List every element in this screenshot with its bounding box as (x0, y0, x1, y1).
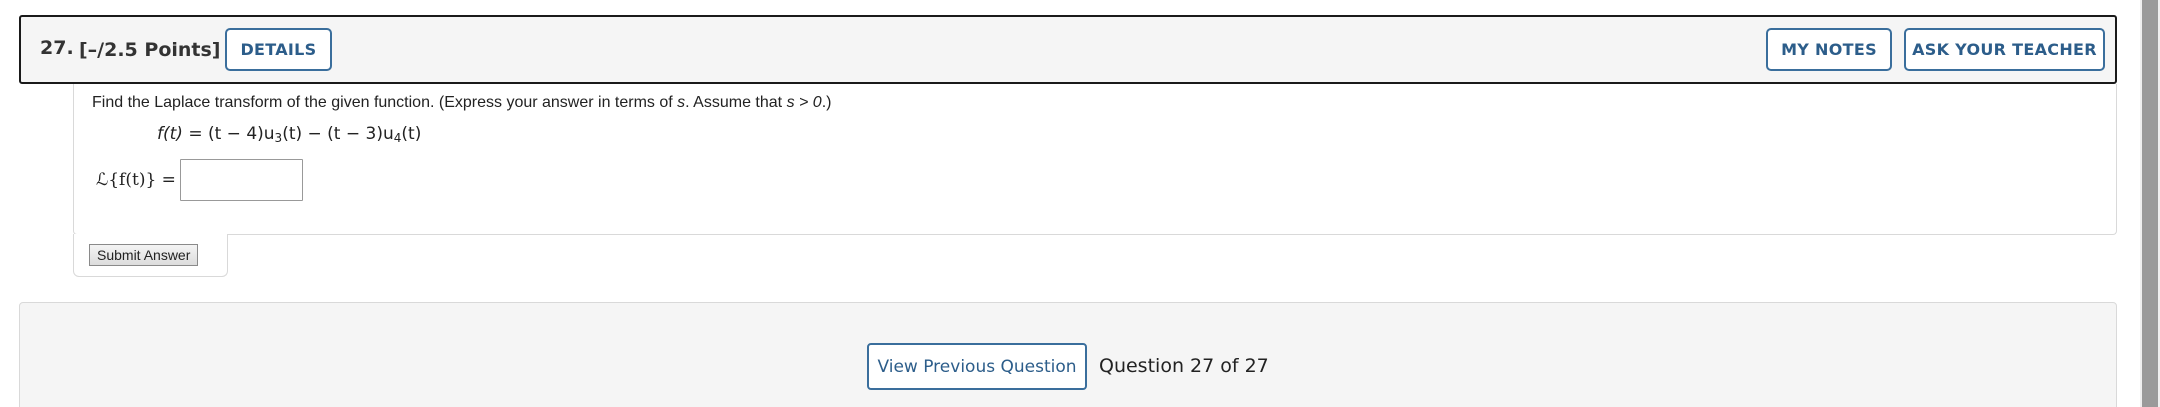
equation-lhs: f(t) (157, 124, 183, 144)
equation-part-1: = (t − 4)u (182, 124, 275, 144)
answer-label: ℒ{f(t)} = (96, 170, 176, 190)
my-notes-button[interactable]: MY NOTES (1766, 28, 1892, 71)
question-prompt: Find the Laplace transform of the given … (92, 94, 831, 112)
prompt-variable: s (677, 94, 686, 111)
scrollbar-thumb[interactable] (2142, 0, 2158, 407)
question-points: [–/2.5 Points] (79, 39, 221, 61)
submit-answer-button[interactable]: Submit Answer (89, 244, 199, 266)
prompt-text-middle: . Assume that (685, 94, 787, 111)
view-previous-question-button[interactable]: View Previous Question (867, 343, 1087, 390)
question-number: 27. (40, 37, 74, 59)
question-navigation: View Previous Question Question 27 of 27 (19, 302, 2117, 407)
submit-tab: Submit Answer (73, 234, 228, 277)
question-counter: Question 27 of 27 (1099, 355, 1269, 377)
question-header: 27. [–/2.5 Points] DETAILS MY NOTES ASK … (19, 15, 2117, 84)
equation-part-3: (t) (401, 124, 422, 144)
answer-input[interactable] (180, 159, 303, 201)
prompt-text-start: Find the Laplace transform of the given … (92, 94, 678, 111)
prompt-text-end: .) (821, 94, 832, 111)
details-button[interactable]: DETAILS (225, 28, 332, 71)
prompt-condition: s > 0 (786, 94, 822, 111)
function-equation: f(t) = (t − 4)u3(t) − (t − 3)u4(t) (157, 124, 421, 145)
question-body: Find the Laplace transform of the given … (73, 84, 2117, 235)
equation-part-2: (t) − (t − 3)u (282, 124, 394, 144)
ask-your-teacher-button[interactable]: ASK YOUR TEACHER (1904, 28, 2105, 71)
